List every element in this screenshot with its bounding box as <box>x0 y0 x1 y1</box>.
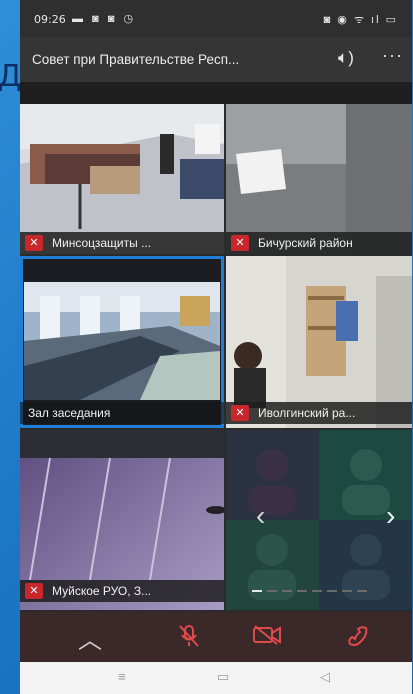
status-bar: 09:26 ▬ ◙ ◙ ◷ ◙ ◉ ᯤ ıl ▭ <box>20 0 412 38</box>
video-tile-ivolga[interactable]: ✕ Иволгинский ра... <box>226 256 412 428</box>
page-dot <box>327 590 337 592</box>
status-system-icons: ◙ ◉ ᯤ ıl ▭ <box>323 14 398 26</box>
participant-name: Зал заседания <box>28 406 111 420</box>
participant-label: ✕ Муйское РУО, З... <box>20 580 224 602</box>
status-time: 09:26 <box>34 13 66 26</box>
hangup-icon[interactable] <box>346 624 372 654</box>
system-nav-bar: ≡ ▭ ◁ <box>20 662 412 694</box>
phone-screen: 09:26 ▬ ◙ ◙ ◷ ◙ ◉ ᯤ ıl ▭ Совет при Прави… <box>20 0 412 694</box>
video-tile-minsoc[interactable]: ✕ Минсоцзащиты ... <box>20 104 224 254</box>
page-dot <box>312 590 322 592</box>
participant-name: Минсоцзащиты ... <box>52 236 152 250</box>
participant-label: Зал заседания <box>20 402 224 424</box>
background-text-fragment: Д <box>0 59 22 94</box>
video-off-icon[interactable] <box>252 624 282 652</box>
participant-name: Иволгинский ра... <box>258 406 356 420</box>
prev-page-arrow[interactable]: ‹ <box>256 500 265 532</box>
page-dot <box>282 590 292 592</box>
meeting-header: Совет при Правительстве Респ... 🔈︎) ··· <box>20 38 412 82</box>
mic-off-icon[interactable] <box>178 624 200 654</box>
video-tile-bichura[interactable]: ✕ Бичурский район <box>226 104 412 254</box>
video-tile-muya[interactable]: ✕ Муйское РУО, З... <box>20 430 224 610</box>
nav-recents-button[interactable]: ≡ <box>118 669 126 684</box>
grid-top-spacer <box>20 82 412 104</box>
video-tile-hall[interactable]: Зал заседания <box>20 256 224 428</box>
page-dot <box>357 590 367 592</box>
page-dot <box>252 590 262 592</box>
participant-name: Муйское РУО, З... <box>52 584 152 598</box>
participant-label: ✕ Иволгинский ра... <box>226 402 412 424</box>
video-tile-avatar-grid[interactable] <box>226 430 412 610</box>
avatar-placeholder-pattern <box>226 430 412 610</box>
more-icon[interactable]: ··· <box>382 45 403 66</box>
meeting-title: Совет при Правительстве Респ... <box>32 52 240 67</box>
page-dot <box>267 590 277 592</box>
page-indicator <box>252 590 367 592</box>
mic-muted-icon: ✕ <box>25 235 43 251</box>
nav-back-button[interactable]: ◁ <box>320 669 330 685</box>
participant-name: Бичурский район <box>258 236 353 250</box>
collapse-chevron-icon[interactable]: ︿ <box>78 620 102 655</box>
nav-home-button[interactable]: ▭ <box>217 669 229 685</box>
mic-muted-icon: ✕ <box>25 583 43 599</box>
participant-label: ✕ Бичурский район <box>226 232 412 254</box>
page-dot <box>342 590 352 592</box>
participant-label: ✕ Минсоцзащиты ... <box>20 232 224 254</box>
speaker-icon[interactable]: 🔈︎) <box>338 48 354 68</box>
call-controls: ︿ <box>20 612 412 662</box>
next-page-arrow[interactable]: › <box>386 500 395 532</box>
mic-muted-icon: ✕ <box>231 235 249 251</box>
page-dot <box>297 590 307 592</box>
status-notification-icons: ▬ ◙ ◙ ◷ <box>72 13 137 25</box>
mic-muted-icon: ✕ <box>231 405 249 421</box>
